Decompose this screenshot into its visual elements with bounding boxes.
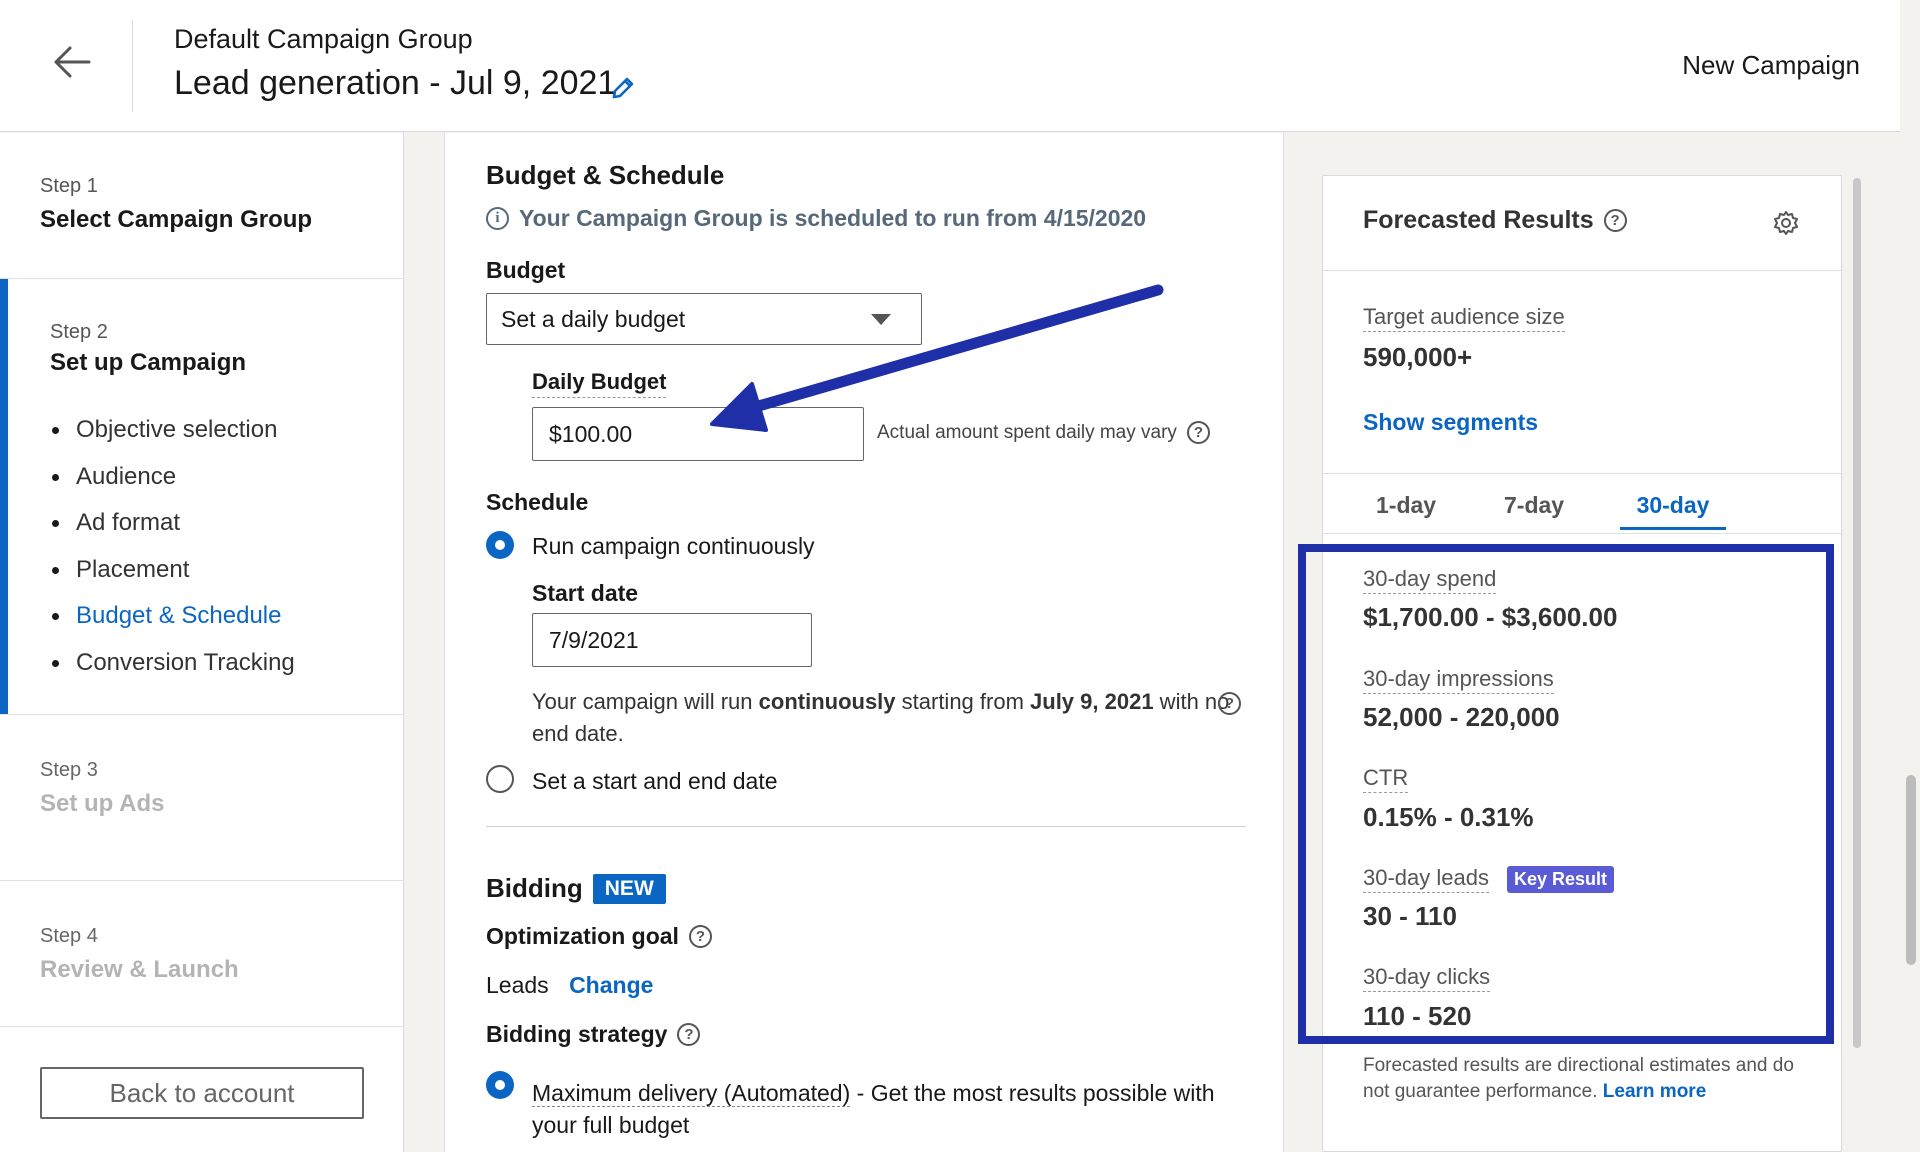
campaign-name: Lead generation - Jul 9, 2021	[174, 64, 617, 102]
step-2[interactable]: Step 2 Set up Campaign Objective selecti…	[0, 279, 404, 715]
strategy-option: Maximum delivery (Automated)	[532, 1080, 851, 1107]
budget-label: Budget	[486, 257, 566, 283]
info-icon: i	[486, 207, 509, 230]
maximum-delivery-label: Maximum delivery (Automated) - Get the m…	[532, 1077, 1252, 1141]
desc-bold: continuously	[758, 689, 896, 714]
forecast-title-row: Forecasted Results ?	[1363, 206, 1627, 235]
chevron-down-icon	[871, 314, 891, 325]
daily-budget-label: Daily Budget	[532, 369, 667, 398]
back-to-account-button[interactable]: Back to account	[40, 1067, 364, 1119]
substep-budget-schedule[interactable]: Budget & Schedule	[48, 593, 295, 640]
budget-schedule-form: Budget & Schedule i Your Campaign Group …	[444, 133, 1284, 1152]
bidding-strategy-label: Bidding strategy	[486, 1021, 668, 1047]
run-continuously-radio[interactable]	[486, 531, 514, 559]
pencil-icon[interactable]	[608, 73, 638, 103]
step-number: Step 3	[40, 759, 98, 781]
optimization-goal-value: Leads	[486, 972, 549, 998]
start-date-input[interactable]	[532, 613, 812, 667]
forecast-title: Forecasted Results	[1363, 206, 1594, 234]
substep-placement[interactable]: Placement	[48, 547, 295, 594]
change-goal-link[interactable]: Change	[569, 972, 653, 998]
active-step-indicator	[0, 279, 8, 714]
learn-more-link[interactable]: Learn more	[1603, 1081, 1706, 1102]
substep-conversion-tracking[interactable]: Conversion Tracking	[48, 640, 295, 687]
schedule-description: Your campaign will run continuously star…	[532, 686, 1232, 750]
desc-text: starting from	[895, 689, 1031, 714]
forecast-disclaimer: Forecasted results are directional estim…	[1363, 1053, 1813, 1105]
gear-icon[interactable]	[1773, 210, 1799, 236]
show-segments-link[interactable]: Show segments	[1363, 409, 1538, 436]
step-3: Step 3 Set up Ads	[0, 715, 404, 881]
run-continuously-label: Run campaign continuously	[532, 533, 815, 559]
step-title: Select Campaign Group	[40, 206, 313, 233]
target-audience-label: Target audience size	[1363, 304, 1565, 332]
start-date-label: Start date	[532, 580, 639, 606]
step-4: Step 4 Review & Launch	[0, 881, 404, 1027]
steps-sidebar: Step 1 Select Campaign Group Step 2 Set …	[0, 133, 404, 1152]
start-end-date-radio[interactable]	[486, 765, 514, 793]
maximum-delivery-radio[interactable]	[486, 1071, 514, 1099]
desc-bold: July 9, 2021	[1030, 689, 1154, 714]
divider	[1323, 533, 1841, 534]
target-audience-value: 590,000+	[1363, 342, 1473, 372]
step-number: Step 2	[50, 321, 108, 343]
bidding-title: Bidding	[486, 873, 583, 903]
step-number: Step 4	[40, 925, 98, 947]
daily-budget-hint: Actual amount spent daily may vary ?	[877, 421, 1210, 444]
step-title: Set up Ads	[40, 790, 165, 817]
disclaimer-text: Forecasted results are directional estim…	[1363, 1055, 1794, 1102]
daily-budget-input[interactable]	[532, 407, 864, 461]
campaign-group-info: i Your Campaign Group is scheduled to ru…	[486, 205, 1146, 232]
panel-scrollbar[interactable]	[1853, 178, 1861, 1048]
help-icon[interactable]: ?	[688, 925, 712, 948]
tab-7-day[interactable]: 7-day	[1504, 474, 1564, 530]
budget-type-value: Set a daily budget	[501, 306, 686, 332]
new-badge: NEW	[592, 874, 666, 904]
bidding-title-row: Bidding NEW	[486, 873, 666, 904]
substep-list: Objective selection Audience Ad format P…	[48, 407, 295, 686]
step-title: Review & Launch	[40, 956, 239, 983]
step-1[interactable]: Step 1 Select Campaign Group	[0, 133, 404, 279]
info-text: Your Campaign Group is scheduled to run …	[519, 205, 1147, 231]
section-title: Budget & Schedule	[486, 160, 725, 190]
optimization-goal-value-row: Leads Change	[486, 972, 653, 999]
optimization-goal-row: Optimization goal ?	[486, 923, 712, 950]
header-divider	[132, 20, 133, 112]
step-title: Set up Campaign	[50, 349, 247, 376]
highlight-box	[1298, 544, 1834, 1044]
substep-audience[interactable]: Audience	[48, 454, 295, 501]
schedule-label: Schedule	[486, 489, 589, 515]
step-number: Step 1	[40, 175, 98, 197]
budget-type-select[interactable]: Set a daily budget	[486, 293, 922, 345]
campaign-header: Default Campaign Group Lead generation -…	[0, 0, 1900, 132]
hint-text: Actual amount spent daily may vary	[877, 421, 1177, 443]
help-icon[interactable]: ?	[677, 1023, 701, 1046]
substep-objective-selection[interactable]: Objective selection	[48, 407, 295, 454]
divider	[486, 826, 1246, 827]
help-icon[interactable]: ?	[1603, 209, 1627, 232]
forecast-period-tabs: 1-day 7-day 30-day	[1323, 474, 1841, 530]
optimization-goal-label: Optimization goal	[486, 923, 679, 949]
start-end-date-label: Set a start and end date	[532, 768, 778, 794]
tab-30-day[interactable]: 30-day	[1620, 474, 1726, 530]
desc-text: Your campaign will run	[532, 689, 759, 714]
back-arrow-icon[interactable]	[50, 40, 94, 84]
help-icon[interactable]: ?	[1218, 692, 1241, 715]
page-scrollbar[interactable]	[1906, 775, 1916, 965]
campaign-group-name: Default Campaign Group	[174, 24, 473, 54]
tab-1-day[interactable]: 1-day	[1376, 474, 1436, 530]
help-icon[interactable]: ?	[1186, 421, 1210, 444]
bidding-strategy-row: Bidding strategy ?	[486, 1021, 701, 1048]
substep-ad-format[interactable]: Ad format	[48, 500, 295, 547]
divider	[1323, 270, 1841, 271]
new-campaign-label: New Campaign	[1682, 50, 1860, 80]
